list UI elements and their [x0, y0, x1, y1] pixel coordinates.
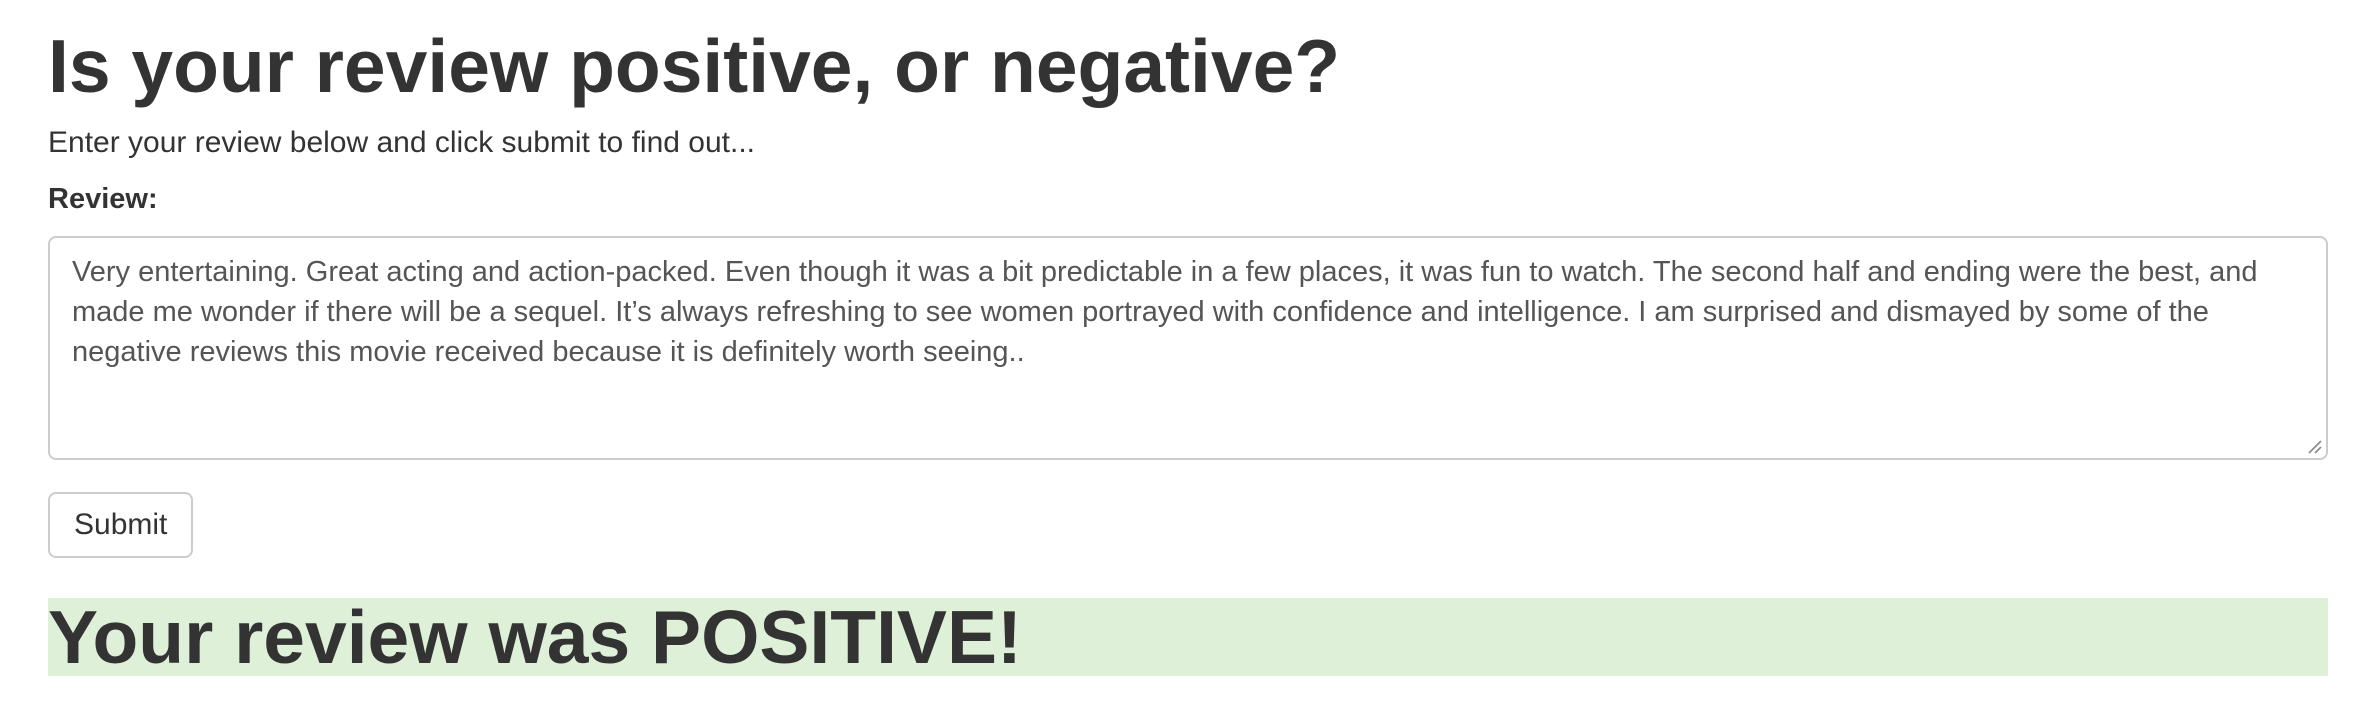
review-text: Very entertaining. Great acting and acti…: [72, 256, 2258, 368]
review-label: Review:: [48, 183, 158, 215]
review-form: Review: Very entertaining. Great acting …: [48, 180, 2328, 558]
result-text: Your review was POSITIVE!: [48, 595, 1022, 679]
review-textarea[interactable]: Very entertaining. Great acting and acti…: [48, 236, 2328, 460]
resize-grip-icon[interactable]: [2306, 438, 2322, 454]
result-banner: Your review was POSITIVE!: [48, 598, 2328, 676]
page-title: Is your review positive, or negative?: [48, 24, 1341, 108]
intro-text: Enter your review below and click submit…: [48, 126, 755, 159]
submit-button[interactable]: Submit: [48, 492, 194, 558]
page-container: Is your review positive, or negative? En…: [0, 0, 2366, 676]
